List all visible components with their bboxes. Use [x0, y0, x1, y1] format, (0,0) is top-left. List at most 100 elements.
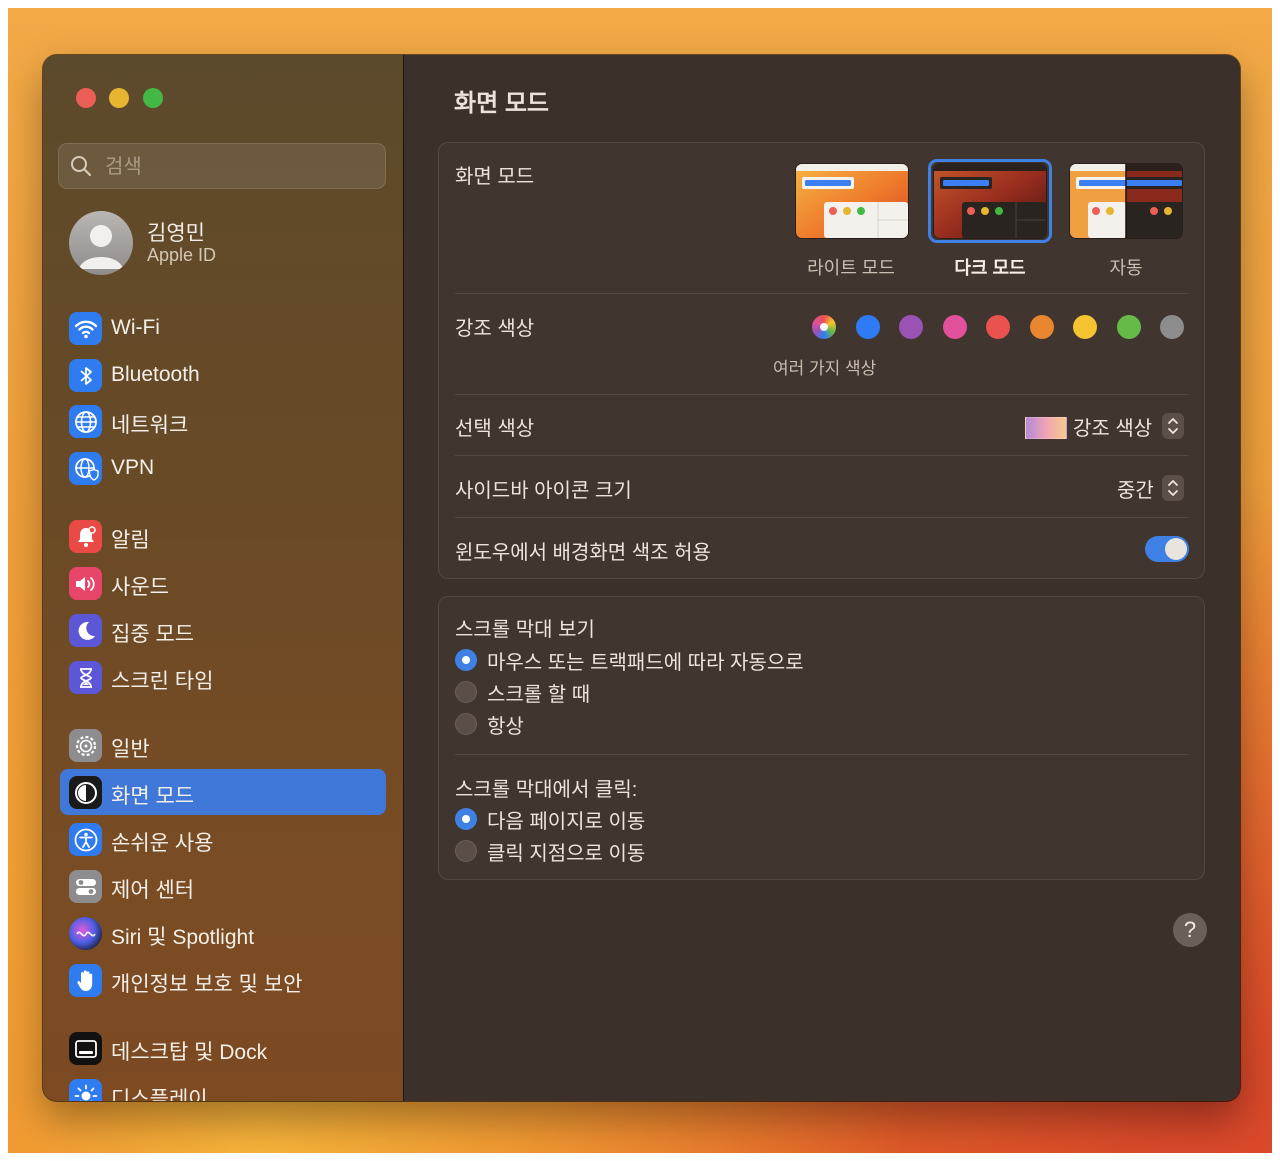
- radio-button[interactable]: [455, 808, 477, 830]
- accent-color-label: 강조 색상: [455, 318, 535, 340]
- light-mode-thumbnail: [796, 164, 908, 238]
- sidebar-item-label: VPN: [111, 456, 155, 479]
- selected-indicator: [820, 323, 828, 331]
- search-field[interactable]: [58, 143, 386, 189]
- scrollbar-click-label: 스크롤 막대에서 클릭:: [455, 779, 638, 801]
- radio-button[interactable]: [455, 840, 477, 862]
- accent-color-caption: 여러 가지 색상: [773, 359, 877, 378]
- main-pane: 화면 모드 화면 모드 라이트 모드 다크 모드 자동 강조 색상 여러 가지 …: [404, 55, 1240, 1101]
- accent-color-blue[interactable]: [856, 315, 880, 339]
- accent-color-graphite[interactable]: [1160, 315, 1184, 339]
- divider: [455, 754, 1188, 755]
- radio-label: 스크롤 할 때: [487, 684, 591, 706]
- profile-name: 김영민: [147, 222, 205, 245]
- maximize-window-button[interactable]: [143, 88, 163, 108]
- accent-color-purple[interactable]: [899, 315, 923, 339]
- sidebar-item-displays[interactable]: 디스플레이: [60, 1072, 386, 1101]
- sidebar: 김영민 Apple ID Wi-Fi Bluetooth 네트워크: [43, 55, 404, 1101]
- popup-stepper: [1162, 475, 1184, 501]
- sidebar-item-label: 네트워크: [111, 414, 189, 437]
- appearance-icon: [69, 776, 102, 809]
- accent-color-green[interactable]: [1117, 315, 1141, 339]
- vpn-globe-icon: [69, 452, 102, 485]
- highlight-color-label: 선택 색상: [455, 418, 535, 440]
- sidebar-item-appearance[interactable]: 화면 모드: [60, 769, 386, 815]
- sidebar-item-bluetooth[interactable]: Bluetooth: [60, 352, 386, 398]
- popup-stepper: [1162, 413, 1184, 439]
- apple-id-profile[interactable]: 김영민 Apple ID: [69, 211, 389, 277]
- hourglass-icon: [69, 661, 102, 694]
- search-input[interactable]: [103, 151, 377, 183]
- appearance-option-label: 라이트 모드: [807, 258, 895, 278]
- sidebar-item-vpn[interactable]: VPN: [60, 445, 386, 491]
- sidebar-item-control-center[interactable]: 제어 센터: [60, 863, 386, 909]
- sidebar-item-privacy-security[interactable]: 개인정보 보호 및 보안: [60, 957, 386, 1003]
- radio-label: 마우스 또는 트랙패드에 따라 자동으로: [487, 652, 804, 674]
- chevron-up-down-icon: [1168, 418, 1178, 434]
- minimize-window-button[interactable]: [109, 88, 129, 108]
- profile-subtitle: Apple ID: [147, 245, 217, 265]
- sidebar-item-label: 스크린 타임: [111, 670, 214, 693]
- wallpaper-tinting-toggle[interactable]: [1145, 536, 1189, 562]
- sidebar-item-notifications[interactable]: 알림: [60, 513, 386, 559]
- sidebar-item-label: 화면 모드: [111, 785, 195, 808]
- divider: [455, 455, 1188, 456]
- help-button[interactable]: ?: [1173, 913, 1207, 947]
- toggles-icon: [69, 870, 102, 903]
- moon-icon: [69, 614, 102, 647]
- sidebar-item-label: 손쉬운 사용: [111, 832, 214, 855]
- sidebar-item-desktop-dock[interactable]: 데스크탑 및 Dock: [60, 1025, 386, 1071]
- radio-button[interactable]: [455, 681, 477, 703]
- toggle-knob: [1165, 538, 1187, 560]
- appearance-option-label: 다크 모드: [954, 258, 1026, 278]
- radio-label: 클릭 지점으로 이동: [487, 843, 646, 865]
- divider: [455, 293, 1188, 294]
- radio-button[interactable]: [455, 649, 477, 671]
- accent-color-multicolor[interactable]: [812, 315, 836, 339]
- sidebar-item-label: 데스크탑 및 Dock: [111, 1041, 268, 1064]
- bell-icon: [69, 520, 102, 553]
- dark-mode-thumbnail: [934, 164, 1046, 238]
- sidebar-item-wifi[interactable]: Wi-Fi: [60, 305, 386, 351]
- speaker-icon: [69, 567, 102, 600]
- sidebar-item-screen-time[interactable]: 스크린 타임: [60, 654, 386, 700]
- sidebar-item-accessibility[interactable]: 손쉬운 사용: [60, 816, 386, 862]
- highlight-color-swatch: [1025, 417, 1067, 439]
- sidebar-item-label: Bluetooth: [111, 363, 200, 386]
- auto-mode-thumbnail: [1070, 164, 1182, 238]
- hand-icon: [69, 964, 102, 997]
- appearance-settings-card: 화면 모드 라이트 모드 다크 모드 자동 강조 색상 여러 가지 색상 선택 …: [438, 142, 1205, 579]
- accent-color-yellow[interactable]: [1073, 315, 1097, 339]
- sidebar-item-label: 개인정보 보호 및 보안: [111, 973, 303, 996]
- accent-color-pink[interactable]: [943, 315, 967, 339]
- sidebar-item-label: 알림: [111, 529, 150, 552]
- sidebar-item-focus[interactable]: 집중 모드: [60, 607, 386, 653]
- sidebar-item-label: Wi-Fi: [111, 316, 160, 339]
- radio-label: 다음 페이지로 이동: [487, 811, 646, 833]
- sidebar-item-label: 디스플레이: [111, 1088, 208, 1101]
- divider: [455, 394, 1188, 395]
- accessibility-icon: [69, 823, 102, 856]
- sidebar-item-label: 사운드: [111, 576, 169, 599]
- appearance-option-label: 자동: [1109, 258, 1143, 278]
- sidebar-item-network[interactable]: 네트워크: [60, 398, 386, 444]
- settings-window: 김영민 Apple ID Wi-Fi Bluetooth 네트워크: [43, 55, 1240, 1101]
- appearance-mode-label: 화면 모드: [455, 166, 535, 188]
- accent-color-red[interactable]: [986, 315, 1010, 339]
- sidebar-item-label: Siri 및 Spotlight: [111, 926, 255, 949]
- sidebar-item-siri-spotlight[interactable]: Siri 및 Spotlight: [60, 910, 386, 956]
- sidebar-item-sound[interactable]: 사운드: [60, 560, 386, 606]
- avatar: [69, 211, 133, 275]
- scrollbar-settings-card: 스크롤 막대 보기 마우스 또는 트랙패드에 따라 자동으로 스크롤 할 때 항…: [438, 596, 1205, 880]
- accent-color-orange[interactable]: [1030, 315, 1054, 339]
- person-icon: [79, 225, 123, 269]
- sidebar-icon-size-value: 중간: [1117, 480, 1154, 502]
- radio-label: 항상: [487, 716, 524, 738]
- bluetooth-icon: [69, 359, 102, 392]
- wifi-icon: [69, 312, 102, 345]
- sidebar-item-general[interactable]: 일반: [60, 722, 386, 768]
- close-window-button[interactable]: [76, 88, 96, 108]
- show-scrollbars-label: 스크롤 막대 보기: [455, 619, 595, 641]
- siri-icon: [69, 917, 102, 950]
- radio-button[interactable]: [455, 713, 477, 735]
